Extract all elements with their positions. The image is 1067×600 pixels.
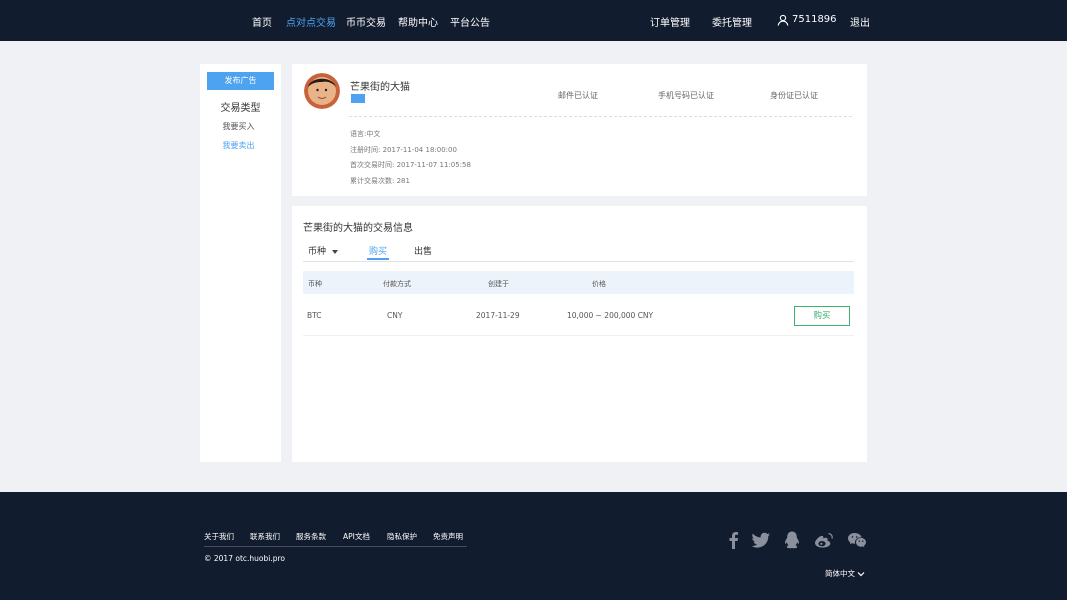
weibo-icon[interactable] — [814, 530, 834, 550]
profile-card: 芒果街的大猫 邮件已认证 手机号码已认证 身份证已认证 语言:中文 注册时间: … — [292, 64, 867, 196]
nav-order-manage[interactable]: 订单管理 — [650, 14, 690, 29]
id-verified-label: 身份证已认证 — [770, 91, 818, 100]
trade-info-card: 芒果街的大猫的交易信息 币种 购买 出售 币种 付款方式 创建于 价格 BTC … — [292, 206, 867, 462]
table-row: BTC CNY 2017-11-29 10,000 ~ 200,000 CNY … — [303, 296, 854, 336]
first-trade-time: 首次交易时间: 2017-11-07 11:05:58 — [350, 161, 471, 169]
nav-coin-trade[interactable]: 币币交易 — [346, 14, 386, 29]
language-selector[interactable]: 简体中文 — [825, 568, 865, 579]
cell-price: 10,000 ~ 200,000 CNY — [567, 311, 654, 320]
active-tab-indicator — [367, 258, 389, 260]
tab-coin-filter[interactable]: 币种 — [308, 244, 339, 257]
footer-link-contact[interactable]: 联系我们 — [250, 531, 280, 542]
tab-coin-filter-label: 币种 — [308, 247, 327, 257]
column-header-created: 创建于 — [488, 280, 509, 288]
logout-link[interactable]: 退出 — [850, 14, 870, 29]
sidebar-item-sell[interactable]: 我要卖出 — [200, 140, 277, 151]
nav-p2p-trade[interactable]: 点对点交易 — [286, 14, 336, 29]
chevron-down-icon — [857, 572, 865, 577]
footer-divider — [204, 546, 467, 547]
phone-verified-label: 手机号码已认证 — [658, 91, 714, 100]
footer-link-about[interactable]: 关于我们 — [204, 531, 234, 542]
language-info: 语言:中文 — [350, 130, 381, 138]
user-id[interactable]: 7511896 — [792, 14, 837, 25]
footer-link-privacy[interactable]: 隐私保护 — [387, 531, 417, 542]
facebook-icon[interactable] — [724, 530, 744, 550]
footer-link-disclaimer[interactable]: 免责声明 — [433, 531, 463, 542]
language-label: 简体中文 — [825, 569, 855, 578]
table-header: 币种 付款方式 创建于 价格 — [303, 271, 854, 294]
total-trades: 累计交易次数: 281 — [350, 177, 410, 185]
nav-entrust-manage[interactable]: 委托管理 — [712, 14, 752, 29]
tab-buy[interactable]: 购买 — [369, 244, 387, 257]
user-level-badge — [351, 94, 365, 103]
column-header-payment: 付款方式 — [383, 280, 411, 288]
nav-announcements[interactable]: 平台公告 — [450, 14, 490, 29]
username: 芒果街的大猫 — [350, 82, 410, 93]
cell-created: 2017-11-29 — [476, 311, 520, 320]
copyright: © 2017 otc.huobi.pro — [204, 554, 285, 563]
footer: 关于我们 联系我们 服务条款 API文档 隐私保护 免责声明 © 2017 ot… — [0, 492, 1067, 600]
cell-payment: CNY — [387, 311, 403, 320]
post-ad-button[interactable]: 发布广告 — [207, 72, 274, 90]
tab-sell[interactable]: 出售 — [414, 244, 432, 257]
twitter-icon[interactable] — [751, 530, 771, 550]
email-verified-label: 邮件已认证 — [558, 91, 598, 100]
tab-divider — [303, 261, 854, 262]
sidebar-title: 交易类型 — [220, 103, 261, 114]
trade-info-title: 芒果街的大猫的交易信息 — [303, 223, 413, 234]
qq-icon[interactable] — [782, 530, 802, 550]
nav-home[interactable]: 首页 — [252, 14, 272, 29]
register-time: 注册时间: 2017-11-04 18:00:00 — [350, 146, 457, 154]
cell-coin: BTC — [307, 311, 322, 320]
divider — [349, 116, 852, 117]
column-header-price: 价格 — [592, 280, 606, 288]
top-nav-bar: 首页 点对点交易 币币交易 帮助中心 平台公告 订单管理 委托管理 751189… — [0, 0, 1067, 41]
nav-help-center[interactable]: 帮助中心 — [398, 14, 438, 29]
footer-link-api-docs[interactable]: API文档 — [343, 531, 370, 542]
sidebar-item-buy[interactable]: 我要买入 — [200, 121, 277, 132]
buy-button[interactable]: 购买 — [794, 306, 850, 326]
wechat-icon[interactable] — [847, 530, 867, 550]
caret-down-icon — [332, 249, 339, 254]
user-icon[interactable] — [777, 14, 789, 26]
sidebar: 发布广告 交易类型 我要买入 我要卖出 — [200, 64, 281, 462]
footer-link-terms[interactable]: 服务条款 — [296, 531, 326, 542]
avatar — [304, 73, 340, 109]
column-header-coin: 币种 — [308, 280, 322, 288]
